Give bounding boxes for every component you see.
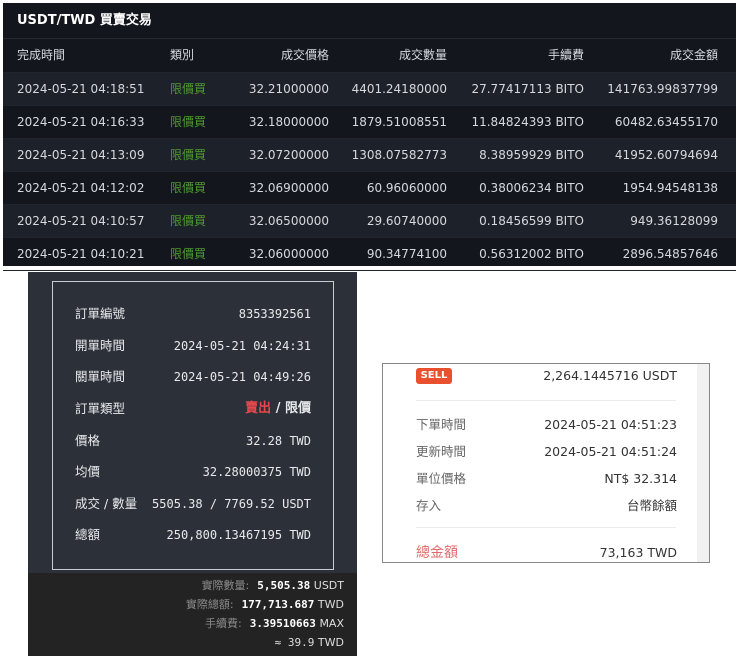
close-time-row: 關單時間 2024-05-21 04:49:26 bbox=[75, 367, 311, 387]
cell-fee: 27.77417113 BITO bbox=[471, 82, 584, 96]
cell-qty: 29.60740000 bbox=[366, 214, 447, 228]
value: 250,800.13467195 TWD bbox=[166, 528, 312, 542]
cell-price: 32.06500000 bbox=[248, 214, 329, 228]
total-amount-row: 總金額 73,163 TWD bbox=[416, 545, 677, 561]
fee: 手續費: 3.39510663 MAX bbox=[204, 617, 344, 630]
order-id-row: 訂單編號 8353392561 bbox=[75, 304, 311, 324]
avg-price-row: 均價 32.28000375 TWD bbox=[75, 462, 311, 482]
table-row: 2024-05-21 04:12:02 限價買 32.06900000 60.9606… bbox=[3, 172, 736, 205]
label: 均價 bbox=[75, 464, 101, 479]
value: 8353392561 bbox=[238, 307, 311, 321]
fee-twd: ≈ 39.9 TWD bbox=[274, 636, 344, 649]
cell-fee: 8.38959929 BITO bbox=[479, 148, 584, 162]
order-time-row: 下單時間 2024-05-21 04:51:23 bbox=[416, 417, 677, 432]
cell-amount: 141763.99837799 bbox=[607, 82, 718, 96]
value: 2024-05-21 04:24:31 bbox=[173, 339, 311, 353]
label: 成交 / 數量 bbox=[75, 496, 138, 511]
label: 關單時間 bbox=[75, 369, 126, 384]
value: 32.28000375 TWD bbox=[202, 465, 311, 479]
cell-type: 限價買 bbox=[170, 115, 207, 129]
open-time-row: 開單時間 2024-05-21 04:24:31 bbox=[75, 336, 311, 356]
order-detail-panel: 訂單編號 8353392561 開單時間 2024-05-21 04:24:31 關… bbox=[28, 272, 357, 656]
value: 5505.38 / 7769.52 USDT bbox=[152, 497, 311, 511]
table-row: 2024-05-21 04:10:57 限價買 32.06500000 29.6074… bbox=[3, 205, 736, 238]
table-row: 2024-05-21 04:18:51 限價買 32.21000000 4401.24… bbox=[3, 73, 736, 106]
deposit-row: 存入 台幣餘額 bbox=[416, 498, 677, 513]
unit-price-row: 單位價格 NT$ 32.314 bbox=[416, 471, 677, 486]
value: 32.28 TWD bbox=[245, 434, 311, 448]
cell-price: 32.21000000 bbox=[248, 82, 329, 96]
cell-type: 限價買 bbox=[170, 214, 207, 228]
label: 開單時間 bbox=[75, 338, 126, 353]
cell-time: 2024-05-21 04:10:21 bbox=[17, 247, 145, 261]
cell-amount: 60482.63455170 bbox=[614, 115, 718, 129]
label: 訂單類型 bbox=[75, 401, 126, 416]
cell-price: 32.06900000 bbox=[248, 181, 329, 195]
cell-qty: 60.96060000 bbox=[366, 181, 447, 195]
header-qty: 成交數量 bbox=[398, 48, 447, 62]
type: 限價 bbox=[284, 401, 311, 416]
actual-qty: 實際數量: 5,505.38 USDT bbox=[201, 579, 344, 592]
cell-fee: 11.84824393 BITO bbox=[471, 115, 584, 129]
update-time-row: 更新時間 2024-05-21 04:51:24 bbox=[416, 444, 677, 459]
actual-total: 實際總額: 177,713.687 TWD bbox=[185, 598, 344, 611]
cell-qty: 4401.24180000 bbox=[351, 82, 447, 96]
cell-amount: 2896.54857646 bbox=[622, 247, 718, 261]
cell-fee: 0.18456599 BITO bbox=[479, 214, 584, 228]
table-row: 2024-05-21 04:10:21 限價買 32.06000000 90.3477… bbox=[3, 238, 736, 271]
cell-type: 限價買 bbox=[170, 148, 207, 162]
cell-type: 限價買 bbox=[170, 247, 207, 261]
label: 總額 bbox=[75, 527, 101, 542]
cell-time: 2024-05-21 04:10:57 bbox=[17, 214, 145, 228]
cell-type: 限價買 bbox=[170, 181, 207, 195]
total-row: 總額 250,800.13467195 TWD bbox=[75, 525, 311, 545]
label: 價格 bbox=[75, 433, 101, 448]
price-row: 價格 32.28 TWD bbox=[75, 431, 311, 451]
table-row: 2024-05-21 04:16:33 限價買 32.18000000 1879.51… bbox=[3, 106, 736, 139]
cell-fee: 0.38006234 BITO bbox=[479, 181, 584, 195]
cell-amount: 41952.60794694 bbox=[614, 148, 718, 162]
trade-history-panel: USDT/TWD 買賣交易 完成時間 類別 成交價格 成交數量 手續費 成交金額… bbox=[3, 3, 736, 271]
divider bbox=[416, 527, 676, 528]
sell-amount: 2,264.1445716 USDT bbox=[543, 368, 677, 383]
card-edge bbox=[697, 364, 709, 562]
value: 2024-05-21 04:49:26 bbox=[173, 370, 311, 384]
cell-price: 32.18000000 bbox=[248, 115, 329, 129]
cell-amount: 949.36128099 bbox=[630, 214, 718, 228]
cell-price: 32.06000000 bbox=[248, 247, 329, 261]
cell-qty: 1308.07582773 bbox=[351, 148, 447, 162]
separator: / bbox=[275, 401, 281, 416]
cell-time: 2024-05-21 04:18:51 bbox=[17, 82, 145, 96]
cell-time: 2024-05-21 04:16:33 bbox=[17, 115, 145, 129]
cell-fee: 0.56312002 BITO bbox=[479, 247, 584, 261]
cell-amount: 1954.94548138 bbox=[622, 181, 718, 195]
cell-time: 2024-05-21 04:12:02 bbox=[17, 181, 145, 195]
filled-qty-row: 成交 / 數量 5505.38 / 7769.52 USDT bbox=[75, 494, 311, 514]
cell-type: 限價買 bbox=[170, 82, 207, 96]
side: 賣出 bbox=[245, 401, 272, 416]
sell-badge: SELL bbox=[416, 368, 452, 384]
cell-qty: 90.34774100 bbox=[366, 247, 447, 261]
header-time: 完成時間 bbox=[17, 48, 66, 62]
panel-title: USDT/TWD 買賣交易 bbox=[3, 3, 736, 39]
order-detail-box: 訂單編號 8353392561 開單時間 2024-05-21 04:24:31 關… bbox=[52, 281, 334, 570]
header-amount: 成交金額 bbox=[669, 48, 718, 62]
table-row: 2024-05-21 04:13:09 限價買 32.07200000 1308.07… bbox=[3, 139, 736, 172]
cell-price: 32.07200000 bbox=[248, 148, 329, 162]
cell-time: 2024-05-21 04:13:09 bbox=[17, 148, 145, 162]
header-type: 類別 bbox=[170, 48, 195, 62]
cell-qty: 1879.51008551 bbox=[351, 115, 447, 129]
sell-order-card: SELL 2,264.1445716 USDT 下單時間 2024-05-21 0… bbox=[382, 363, 710, 563]
header-price: 成交價格 bbox=[280, 48, 329, 62]
order-summary-footer: 實際數量: 5,505.38 USDT 實際總額: 177,713.687 TWD … bbox=[28, 573, 357, 656]
order-type-row: 訂單類型 賣出 / 限價 bbox=[75, 399, 311, 419]
header-fee: 手續費 bbox=[547, 48, 584, 62]
divider bbox=[416, 400, 676, 401]
label: 訂單編號 bbox=[75, 306, 126, 321]
table-header: 完成時間 類別 成交價格 成交數量 手續費 成交金額 bbox=[3, 39, 736, 73]
